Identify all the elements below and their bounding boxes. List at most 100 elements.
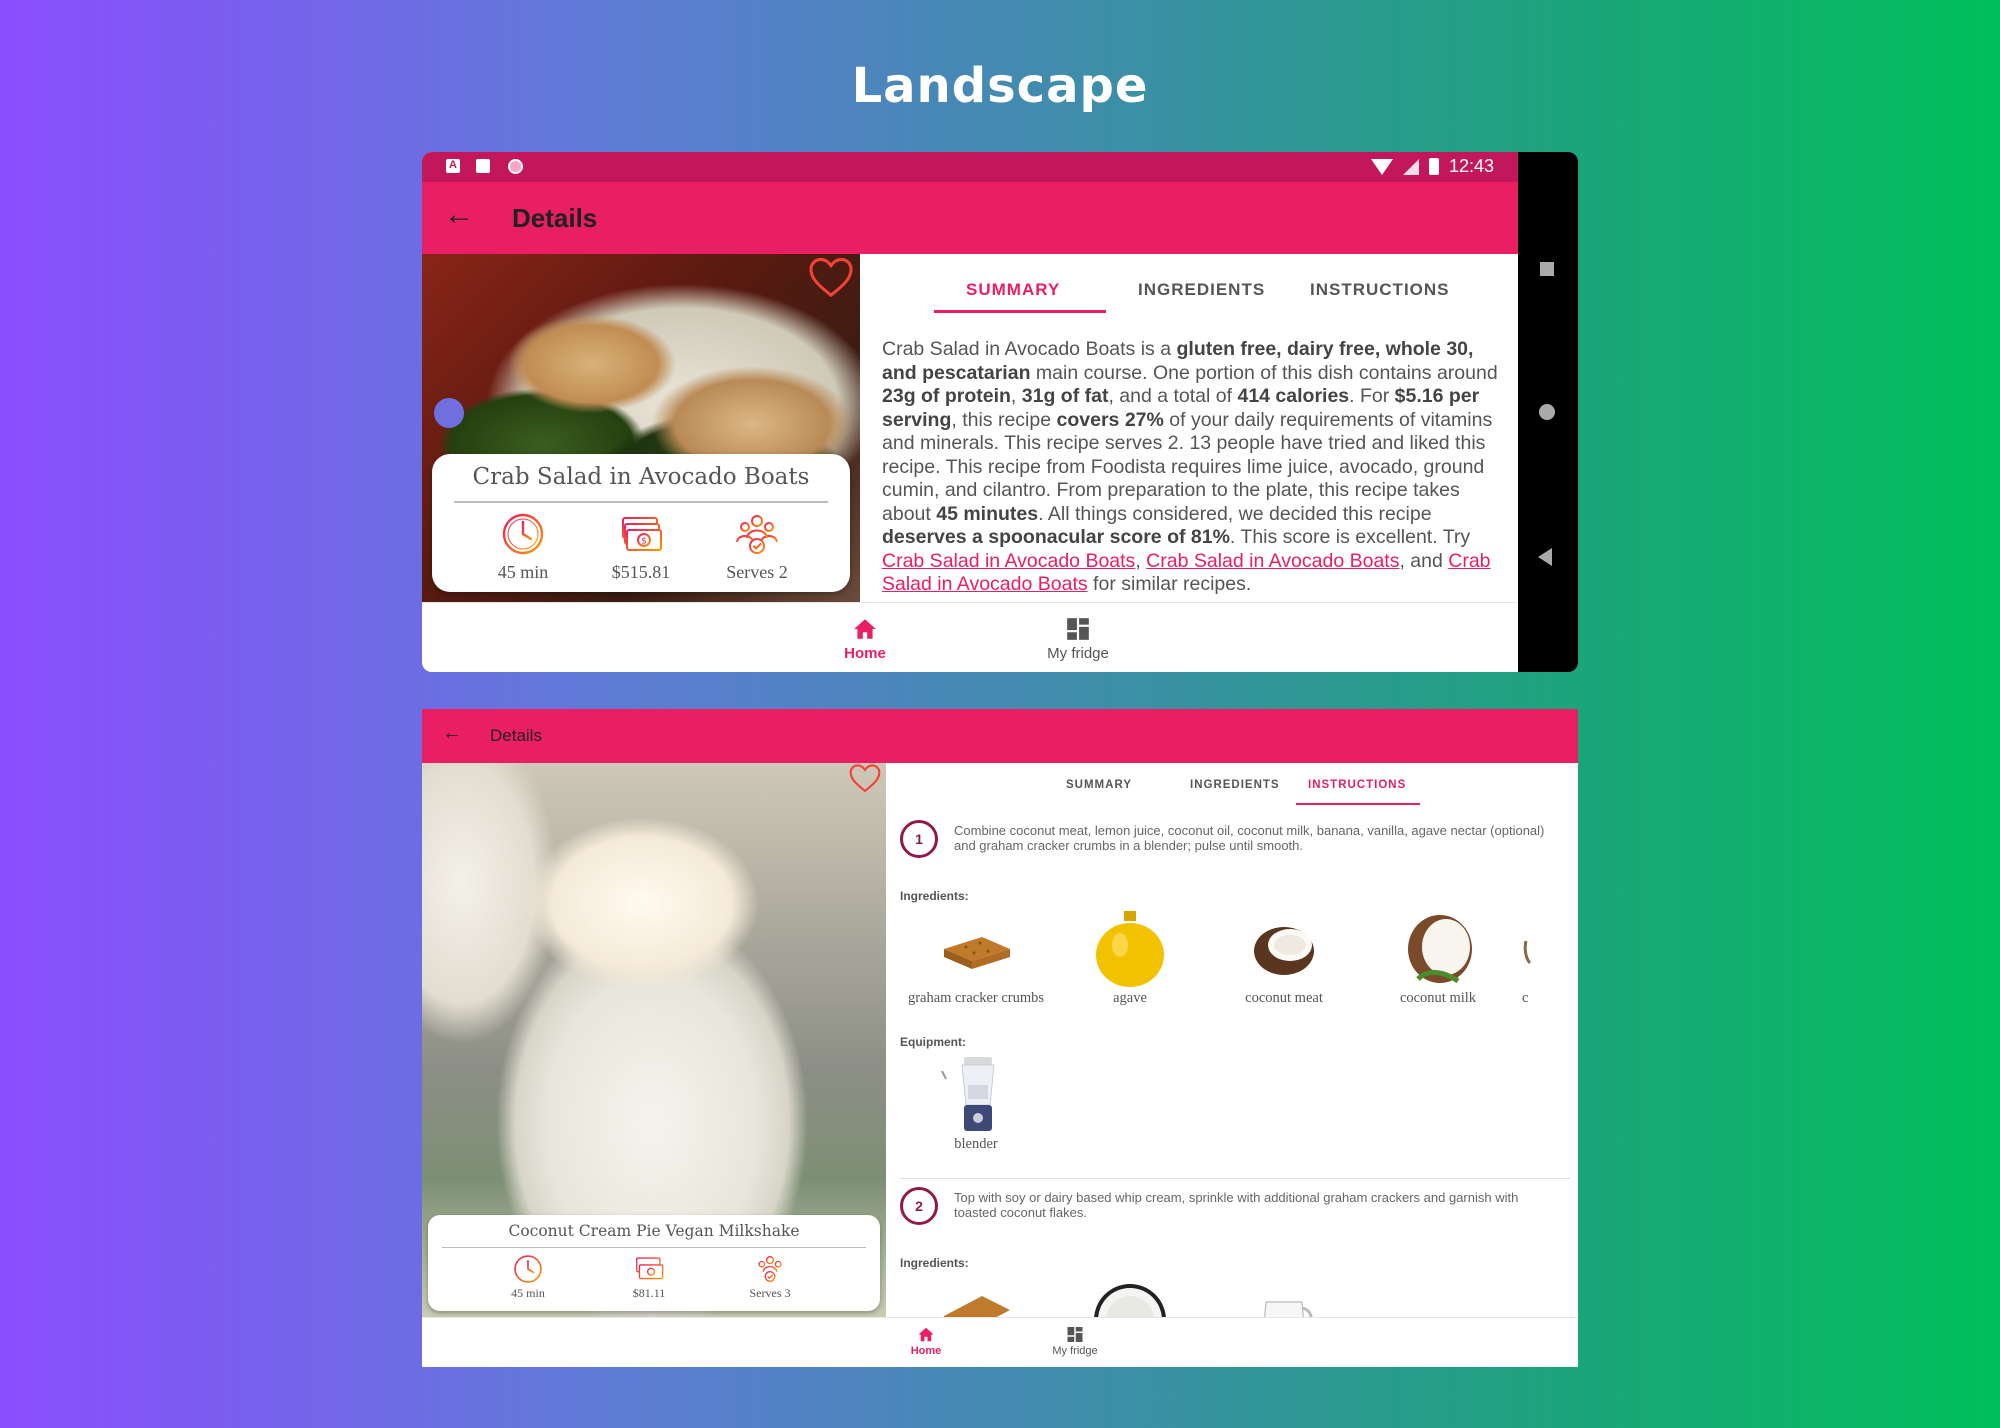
partial-ingredient-icon xyxy=(1523,940,1532,965)
toolbar-title: Details xyxy=(490,726,542,745)
recipe-image: Crab Salad in Avocado Boats 45 min $ $51… xyxy=(422,254,860,602)
similar-recipe-link[interactable]: Crab Salad in Avocado Boats xyxy=(1146,550,1399,572)
summary-text: Crab Salad in Avocado Boats is a xyxy=(882,338,1177,360)
recipe-image: Coconut Cream Pie Vegan Milkshake 45 min… xyxy=(422,763,886,1317)
app-screen: 12:43 ← Details Crab Salad in Avocado Bo… xyxy=(422,152,1518,672)
summary-text: . All things considered, we decided this… xyxy=(1038,502,1432,525)
ingredient-name: graham cracker crumbs xyxy=(907,990,1045,1006)
detail-tabs: SUMMARY INGREDIENTS INSTRUCTIONS xyxy=(886,763,1578,807)
summary-bold: covers 27% xyxy=(1056,408,1164,431)
ingredient-item[interactable]: c xyxy=(1522,909,1564,1006)
app-toolbar: ← Details xyxy=(422,182,1518,254)
ingredient-item[interactable] xyxy=(1214,1276,1354,1317)
bowl-icon xyxy=(1094,1284,1166,1317)
tab-instructions[interactable]: INSTRUCTIONS xyxy=(1310,280,1450,300)
tab-ingredients[interactable]: INGREDIENTS xyxy=(1190,779,1280,791)
cook-time-value: 45 min xyxy=(497,562,549,582)
serves-stat: Serves 3 xyxy=(725,1254,815,1301)
ingredient-item[interactable] xyxy=(906,1276,1046,1317)
summary-text: , and xyxy=(1399,549,1449,572)
price-stat: $81.11 xyxy=(604,1254,694,1301)
graham-cracker-image xyxy=(936,1276,1016,1317)
agave-icon xyxy=(1096,911,1164,987)
tab-summary[interactable]: SUMMARY xyxy=(966,280,1060,300)
nav-home[interactable]: Home xyxy=(805,617,925,662)
cook-time-stat: 45 min xyxy=(468,512,578,583)
price-value: $515.81 xyxy=(611,562,671,582)
ingredient-item[interactable]: coconut milk xyxy=(1368,909,1508,1006)
cook-time-stat: 45 min xyxy=(483,1254,573,1301)
partial-ingredient-image xyxy=(1522,909,1564,989)
system-navigation-bar xyxy=(1518,152,1578,672)
equipment-item[interactable]: blender xyxy=(906,1055,1046,1152)
ingredient-item[interactable]: agave xyxy=(1060,909,1200,1006)
summary-bold: 31g of fat xyxy=(1021,385,1109,407)
summary-bold: deserves a spoonacular score of 81% xyxy=(882,526,1230,548)
back-arrow-icon[interactable]: ← xyxy=(442,722,462,745)
coconut-milk-icon xyxy=(1408,915,1472,984)
app-toolbar: ← Details xyxy=(422,709,1578,763)
cream-jug-image xyxy=(1244,1276,1324,1317)
ingredient-item[interactable] xyxy=(1060,1276,1200,1317)
nav-my-fridge[interactable]: My fridge xyxy=(1018,617,1138,662)
graham-cracker-image xyxy=(936,909,1016,989)
ingredient-item[interactable]: coconut meat xyxy=(1214,909,1354,1006)
nav-home[interactable]: Home xyxy=(881,1326,971,1357)
recipe-summary-text: Crab Salad in Avocado Boats is a gluten … xyxy=(882,338,1502,597)
favorite-heart-icon[interactable] xyxy=(848,763,882,793)
tablet-landscape-screenshot: 12:43 ← Details Crab Salad in Avocado Bo… xyxy=(422,152,1578,672)
home-icon xyxy=(854,619,876,639)
step-divider xyxy=(900,1178,1570,1179)
ingredient-name: coconut milk xyxy=(1399,990,1477,1006)
coconut-milk-image xyxy=(1398,909,1478,989)
summary-text: for similar recipes. xyxy=(1087,573,1252,595)
serves-value: Serves 2 xyxy=(726,562,788,582)
similar-recipe-link[interactable]: Crab Salad in Avocado Boats xyxy=(882,550,1135,572)
blender-icon xyxy=(941,1057,995,1131)
summary-bold: 23g of protein xyxy=(882,385,1011,407)
graham-cracker-icon xyxy=(944,1296,1010,1317)
bottom-navigation: Home My fridge xyxy=(422,602,1518,672)
nav-my-fridge-label: My fridge xyxy=(1052,1345,1098,1357)
summary-text: , xyxy=(1135,549,1147,572)
price-value: $81.11 xyxy=(632,1286,666,1300)
home-icon xyxy=(918,1327,934,1342)
tab-summary[interactable]: SUMMARY xyxy=(1066,779,1132,791)
favorite-heart-icon[interactable] xyxy=(808,256,854,298)
cook-time-value: 45 min xyxy=(511,1286,545,1300)
clock-icon xyxy=(502,513,544,555)
floating-dot[interactable] xyxy=(434,398,464,428)
summary-text: , xyxy=(1010,385,1022,407)
back-arrow-icon[interactable]: ← xyxy=(444,198,474,232)
step-number: 1 xyxy=(900,820,938,858)
status-time: 12:43 xyxy=(1448,156,1494,176)
ingredient-name: coconut meat xyxy=(1245,990,1323,1006)
recipe-info-card: Crab Salad in Avocado Boats 45 min $ $51… xyxy=(432,454,850,592)
detail-tabs: SUMMARY INGREDIENTS INSTRUCTIONS xyxy=(860,254,1518,314)
tab-ingredients[interactable]: INGREDIENTS xyxy=(1138,280,1265,300)
dashboard-icon xyxy=(1067,618,1089,640)
equipment-label: Equipment: xyxy=(900,1035,966,1049)
step-text: Combine coconut meat, lemon juice, cocon… xyxy=(954,823,1545,853)
summary-text: , this recipe xyxy=(951,408,1057,431)
ingredient-name: c xyxy=(1522,990,1529,1006)
tab-instructions[interactable]: INSTRUCTIONS xyxy=(1308,779,1406,791)
card-divider xyxy=(454,501,828,503)
nav-my-fridge[interactable]: My fridge xyxy=(1030,1326,1120,1357)
tablet-landscape-instructions-screenshot: ← Details Coconut Cream Pie Vegan Milksh… xyxy=(422,709,1578,1367)
recipe-title: Crab Salad in Avocado Boats xyxy=(472,464,810,490)
system-back-button[interactable] xyxy=(1538,548,1552,566)
clock-icon xyxy=(514,1255,542,1283)
keyboard-notification-icon xyxy=(446,159,460,173)
coconut-meat-image xyxy=(1244,909,1324,989)
jug-icon xyxy=(1264,1301,1313,1317)
wifi-icon xyxy=(1370,158,1393,175)
serves-value: Serves 3 xyxy=(749,1286,791,1300)
tab-indicator xyxy=(934,310,1106,313)
recents-button[interactable] xyxy=(1540,262,1554,276)
home-button[interactable] xyxy=(1539,404,1555,420)
blender-image xyxy=(936,1055,1016,1135)
serves-stat: Serves 2 xyxy=(702,512,812,583)
agave-image xyxy=(1090,909,1170,989)
ingredient-item[interactable]: graham cracker crumbs xyxy=(906,909,1046,1006)
